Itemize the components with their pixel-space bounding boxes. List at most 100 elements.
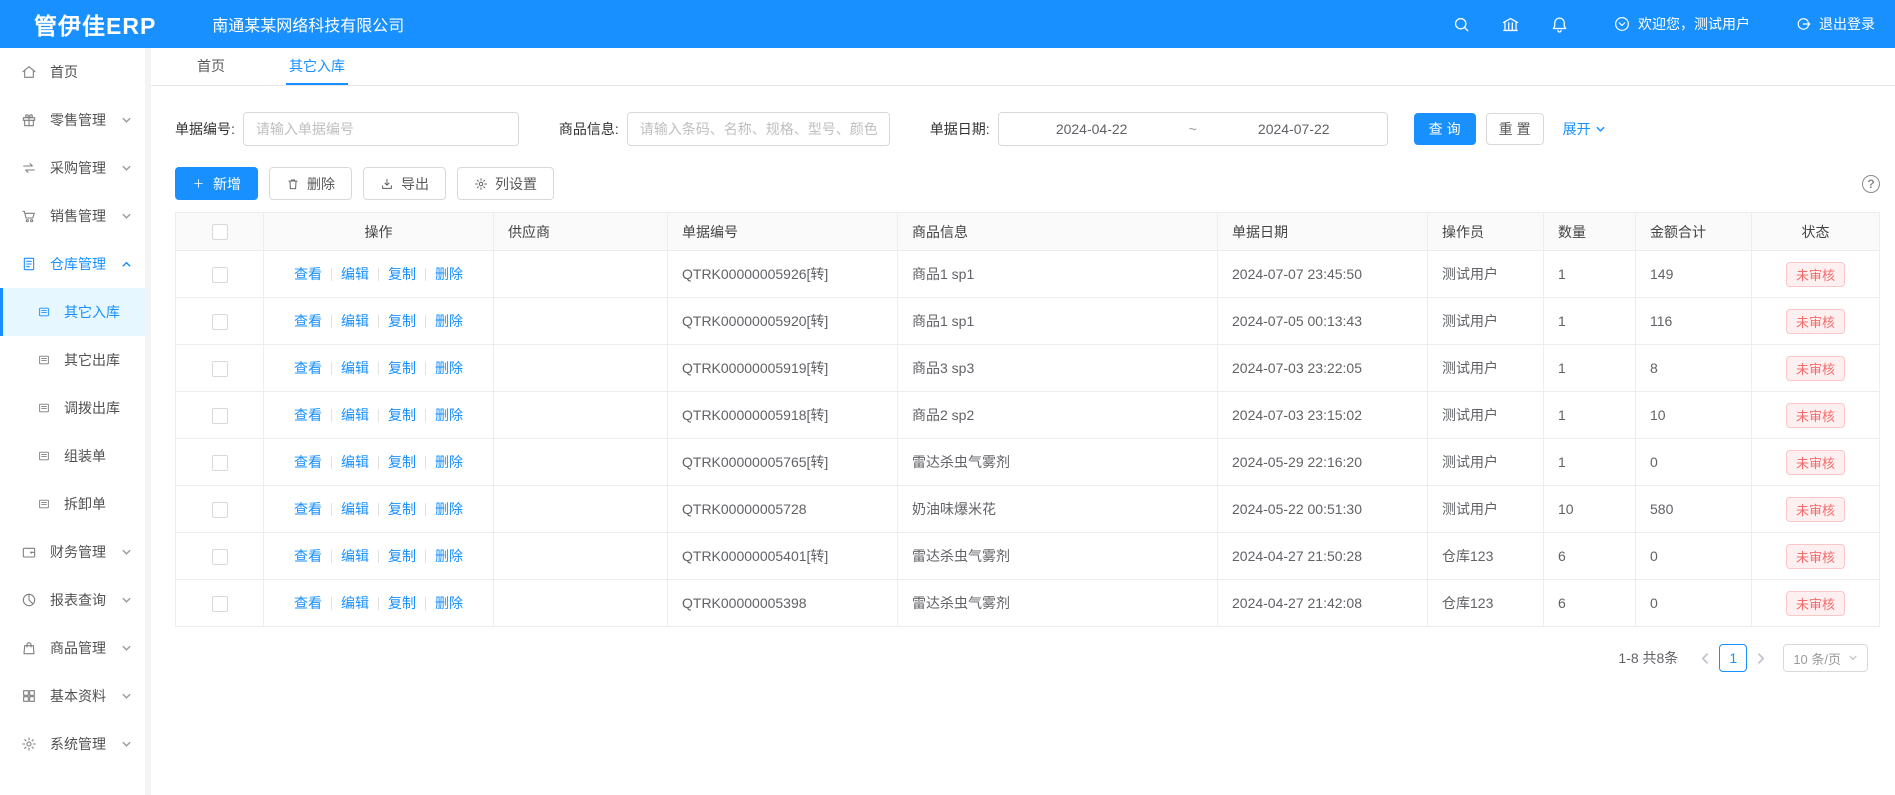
bank-icon[interactable] [1501, 15, 1520, 34]
column-header: 数量 [1544, 213, 1636, 251]
row-checkbox[interactable] [212, 408, 228, 424]
logout-button[interactable]: 退出登录 [1794, 14, 1875, 34]
row-action-edit[interactable]: 编辑 [341, 595, 369, 611]
row-action-edit[interactable]: 编辑 [341, 454, 369, 470]
tab-other-inbound[interactable]: 其它入库 [286, 48, 348, 85]
export-button[interactable]: 导出 [363, 167, 446, 200]
action-separator [425, 550, 426, 563]
user-welcome[interactable]: 欢迎您，测试用户 [1613, 14, 1750, 34]
row-action-view[interactable]: 查看 [294, 454, 322, 470]
sidebar-item-finance[interactable]: 财务管理 [0, 528, 145, 576]
row-action-copy[interactable]: 复制 [388, 313, 416, 329]
export-button-label: 导出 [401, 174, 429, 194]
tab-home[interactable]: 首页 [194, 48, 228, 85]
row-action-view[interactable]: 查看 [294, 548, 322, 564]
row-checkbox[interactable] [212, 549, 228, 565]
row-checkbox[interactable] [212, 267, 228, 283]
row-action-delete[interactable]: 删除 [435, 313, 463, 329]
row-checkbox[interactable] [212, 455, 228, 471]
row-action-edit[interactable]: 编辑 [341, 407, 369, 423]
status-badge: 未审核 [1786, 356, 1845, 381]
row-action-delete[interactable]: 删除 [435, 266, 463, 282]
row-action-view[interactable]: 查看 [294, 313, 322, 329]
row-checkbox[interactable] [212, 502, 228, 518]
row-action-copy[interactable]: 复制 [388, 266, 416, 282]
sidebar-item-disassembly-order[interactable]: 拆卸单 [0, 480, 145, 528]
amount-cell: 10 [1636, 392, 1752, 439]
status-cell: 未审核 [1752, 345, 1880, 392]
row-action-view[interactable]: 查看 [294, 360, 322, 376]
sidebar-item-assembly-order[interactable]: 组装单 [0, 432, 145, 480]
row-action-delete[interactable]: 删除 [435, 454, 463, 470]
sidebar-item-label: 首页 [50, 62, 78, 82]
sidebar-item-sales[interactable]: 销售管理 [0, 192, 145, 240]
column-settings-button[interactable]: 列设置 [457, 167, 554, 200]
data-table-wrap: 操作供应商单据编号商品信息单据日期操作员数量金额合计状态 查看编辑复制删除QTR… [175, 212, 1895, 627]
row-action-delete[interactable]: 删除 [435, 548, 463, 564]
status-badge: 未审核 [1786, 497, 1845, 522]
goods-info-input[interactable] [627, 112, 890, 146]
home-icon [21, 64, 37, 80]
status-cell: 未审核 [1752, 486, 1880, 533]
row-action-copy[interactable]: 复制 [388, 595, 416, 611]
row-action-view[interactable]: 查看 [294, 501, 322, 517]
sidebar-item-home[interactable]: 首页 [0, 48, 145, 96]
row-action-copy[interactable]: 复制 [388, 407, 416, 423]
select-all-checkbox[interactable] [212, 224, 228, 240]
table-row: 查看编辑复制删除QTRK00000005401[转]雷达杀虫气雾剂2024-04… [176, 533, 1880, 580]
row-action-delete[interactable]: 删除 [435, 360, 463, 376]
row-checkbox[interactable] [212, 596, 228, 612]
row-checkbox[interactable] [212, 361, 228, 377]
page-size-select[interactable]: 10 条/页 [1783, 644, 1868, 672]
bill-no-label: 单据编号: [175, 119, 235, 139]
row-action-view[interactable]: 查看 [294, 595, 322, 611]
delete-button[interactable]: 删除 [269, 167, 352, 200]
search-icon[interactable] [1452, 15, 1471, 34]
sidebar-item-system[interactable]: 系统管理 [0, 720, 145, 768]
sidebar-item-retail[interactable]: 零售管理 [0, 96, 145, 144]
sidebar-item-warehouse[interactable]: 仓库管理 [0, 240, 145, 288]
sidebar-item-purchase[interactable]: 采购管理 [0, 144, 145, 192]
date-cell: 2024-07-05 00:13:43 [1218, 298, 1428, 345]
expand-link[interactable]: 展开 [1563, 119, 1606, 139]
row-action-edit[interactable]: 编辑 [341, 313, 369, 329]
sidebar-item-other-outbound[interactable]: 其它出库 [0, 336, 145, 384]
action-toolbar: 新增 删除 导出 列设置 ? [175, 167, 1880, 200]
help-icon[interactable]: ? [1862, 175, 1880, 193]
row-action-delete[interactable]: 删除 [435, 595, 463, 611]
row-action-edit[interactable]: 编辑 [341, 266, 369, 282]
row-action-edit[interactable]: 编辑 [341, 548, 369, 564]
date-cell: 2024-04-27 21:42:08 [1218, 580, 1428, 627]
bill-no-input[interactable] [243, 112, 519, 146]
prev-page-icon[interactable] [1699, 652, 1712, 665]
row-action-delete[interactable]: 删除 [435, 501, 463, 517]
row-action-delete[interactable]: 删除 [435, 407, 463, 423]
row-action-copy[interactable]: 复制 [388, 548, 416, 564]
row-action-copy[interactable]: 复制 [388, 454, 416, 470]
row-action-edit[interactable]: 编辑 [341, 501, 369, 517]
row-action-edit[interactable]: 编辑 [341, 360, 369, 376]
add-button-label: 新增 [213, 174, 241, 194]
next-page-icon[interactable] [1754, 652, 1767, 665]
date-end[interactable]: 2024-07-22 [1201, 121, 1387, 137]
action-separator [378, 550, 379, 563]
page-number-button[interactable]: 1 [1719, 644, 1747, 672]
row-action-view[interactable]: 查看 [294, 407, 322, 423]
sidebar-item-goods[interactable]: 商品管理 [0, 624, 145, 672]
query-button[interactable]: 查询 [1414, 113, 1476, 145]
sidebar-item-reports[interactable]: 报表查询 [0, 576, 145, 624]
row-action-view[interactable]: 查看 [294, 266, 322, 282]
row-checkbox[interactable] [212, 314, 228, 330]
sidebar-item-other-inbound[interactable]: 其它入库 [0, 288, 145, 336]
bell-icon[interactable] [1550, 15, 1569, 34]
sidebar-item-basic-data[interactable]: 基本资料 [0, 672, 145, 720]
row-action-copy[interactable]: 复制 [388, 360, 416, 376]
add-button[interactable]: 新增 [175, 167, 258, 200]
row-action-copy[interactable]: 复制 [388, 501, 416, 517]
date-range-picker[interactable]: 2024-04-22 ~ 2024-07-22 [998, 112, 1388, 146]
reset-button[interactable]: 重置 [1486, 113, 1544, 145]
sidebar-item-transfer-outbound[interactable]: 调拨出库 [0, 384, 145, 432]
date-start[interactable]: 2024-04-22 [999, 121, 1185, 137]
operator-cell: 测试用户 [1428, 251, 1544, 298]
action-separator [331, 362, 332, 375]
